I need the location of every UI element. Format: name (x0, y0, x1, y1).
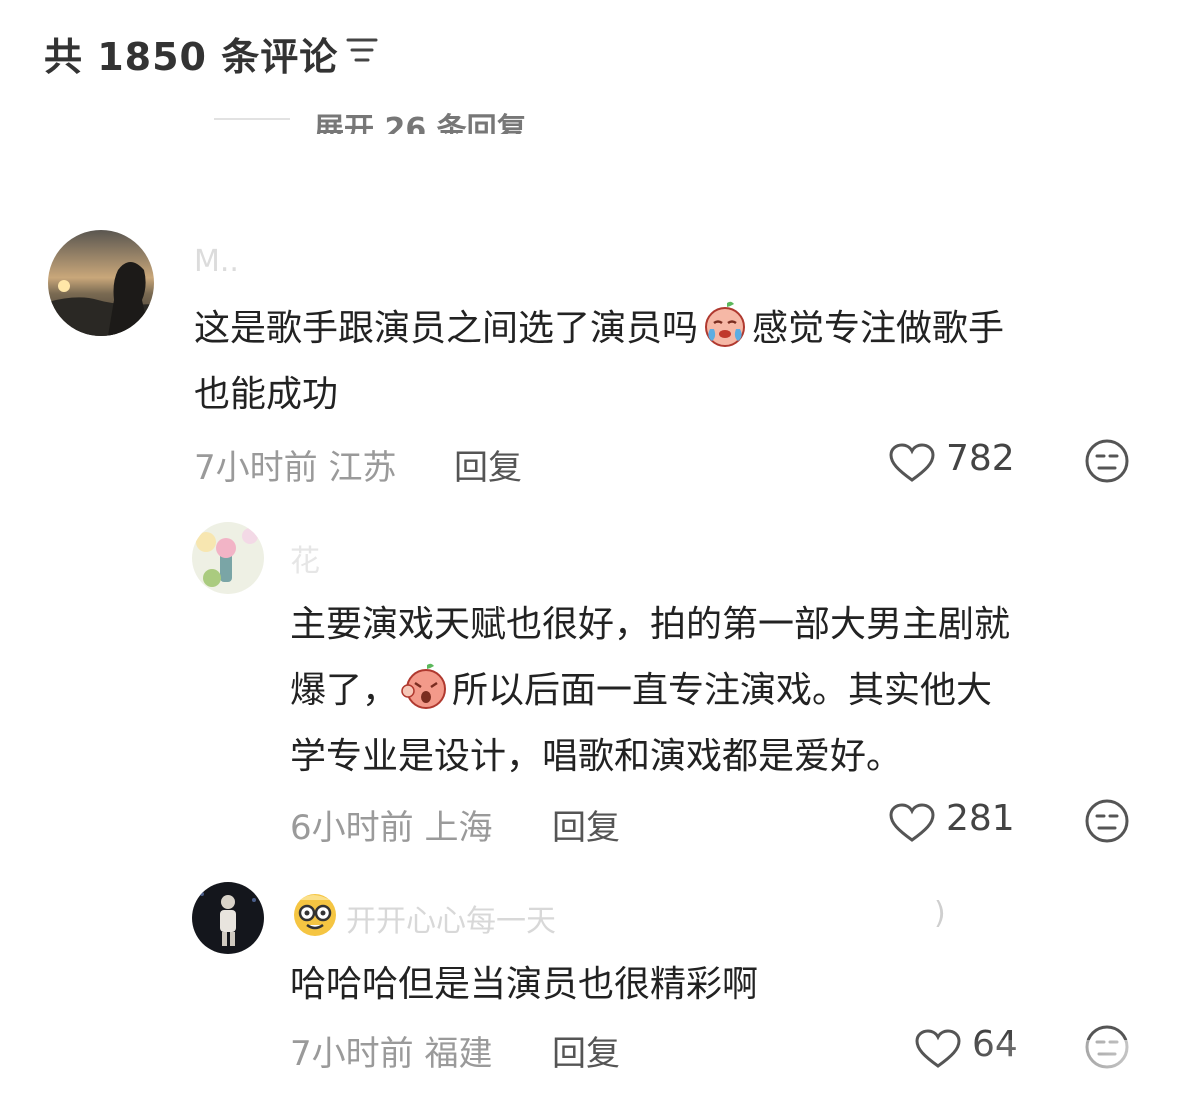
reply-time: 6小时前 (290, 808, 414, 848)
avatar[interactable] (192, 522, 264, 594)
crying-face-icon (700, 299, 750, 349)
reply-button[interactable]: 回复 (552, 1026, 620, 1075)
nerd-face-icon (290, 890, 340, 944)
like-button[interactable]: 782 (888, 438, 1028, 486)
expand-divider (214, 118, 290, 120)
reply-meta: 7小时前 福建 (290, 1026, 492, 1075)
like-button[interactable]: 281 (888, 798, 1028, 846)
shocked-face-icon (400, 661, 450, 711)
reply-time: 7小时前 (290, 1034, 414, 1074)
reply-button[interactable]: 回复 (454, 440, 522, 489)
reply-nickname[interactable]: 花 (290, 536, 320, 580)
dislike-icon[interactable] (1084, 438, 1130, 488)
reply-nickname-suffix: ) (934, 896, 946, 931)
sort-filter-icon[interactable] (344, 34, 380, 66)
heart-icon (914, 1028, 962, 1074)
comment-text-part: 感觉专注做歌手 (752, 308, 1005, 349)
reply-text-part: 爆了， (290, 670, 399, 711)
comment-text-part: 也能成功 (194, 374, 339, 415)
dislike-icon[interactable] (1084, 798, 1130, 848)
like-count: 281 (946, 798, 1015, 839)
reply-text-line: 学专业是设计，唱歌和演戏都是爱好。 (290, 736, 903, 777)
reply-nickname[interactable]: 开开心心每一天 (346, 896, 556, 940)
comment-text: 这是歌手跟演员之间选了演员吗 感觉专注做歌手 也能成功 (194, 296, 1134, 428)
reply-text: 哈哈哈但是当演员也很精彩啊 (290, 964, 759, 1005)
heart-icon (888, 442, 936, 488)
reply-meta: 6小时前 上海 (290, 800, 492, 849)
reply-location: 福建 (424, 1034, 493, 1074)
comment-text-part: 这是歌手跟演员之间选了演员吗 (194, 308, 699, 349)
comment-count-title: 共 1850 条评论 (44, 35, 339, 79)
reply-text-part: 所以后面一直专注演戏。其实他大 (452, 670, 993, 711)
avatar[interactable] (192, 882, 264, 954)
like-count: 782 (946, 438, 1015, 479)
avatar[interactable] (48, 230, 154, 336)
reply-text-line: 主要演戏天赋也很好，拍的第一部大男主剧就 (290, 604, 1011, 645)
reply-location: 上海 (424, 808, 493, 848)
comment-meta: 7小时前 江苏 (194, 440, 396, 489)
comment-nickname[interactable]: M.. (194, 244, 239, 279)
reply-text: 主要演戏天赋也很好，拍的第一部大男主剧就 爆了， 所以后面一直专注演戏。其实他大 … (290, 592, 1150, 790)
expand-replies-link[interactable]: 展开 26 条回复 (314, 104, 527, 134)
reply-button[interactable]: 回复 (552, 800, 620, 849)
comment-location: 江苏 (328, 448, 397, 488)
bottom-fade (960, 1040, 1179, 1100)
comment-time: 7小时前 (194, 448, 318, 488)
heart-icon (888, 802, 936, 848)
